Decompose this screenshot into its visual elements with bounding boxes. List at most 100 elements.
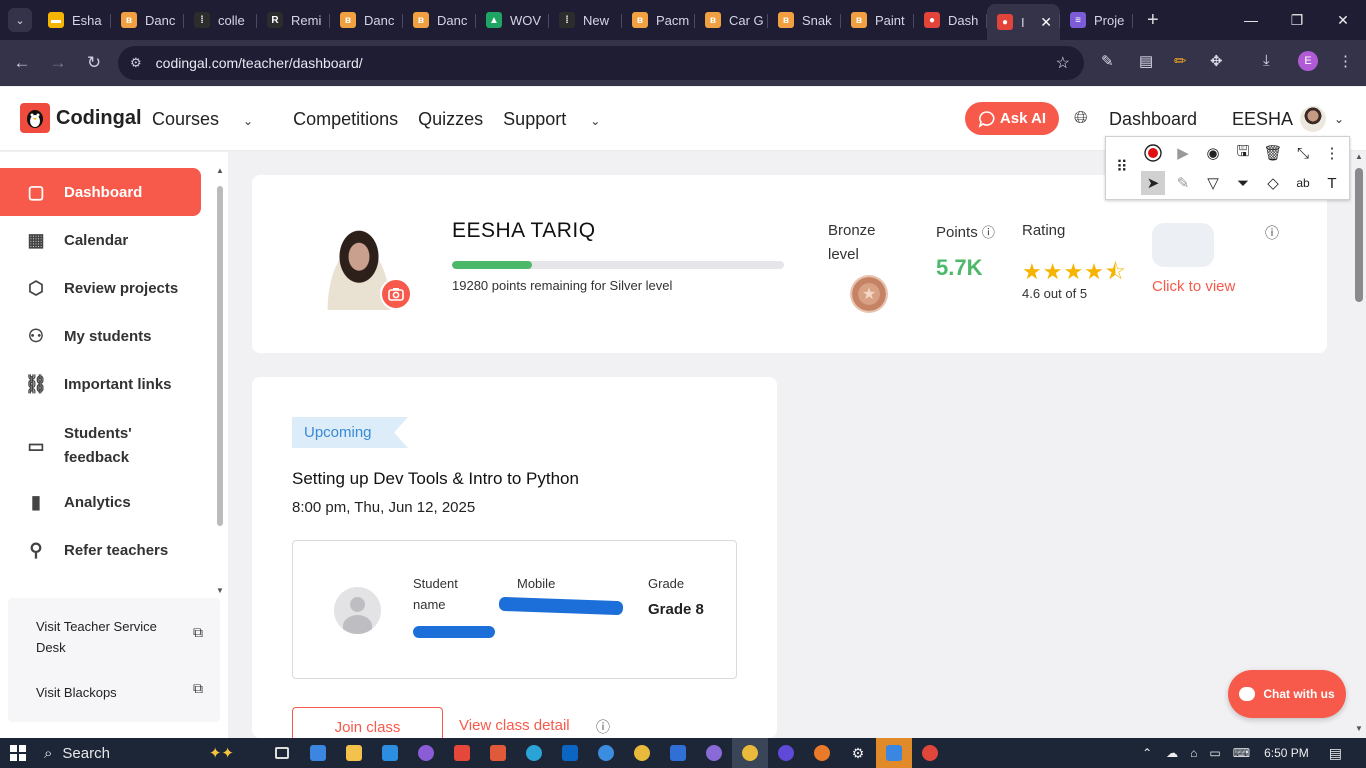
sidebar-item-dashboard[interactable]: ▢ Dashboard <box>0 168 201 216</box>
scroll-down-icon[interactable]: ▼ <box>1355 724 1363 733</box>
new-tab-button[interactable]: + <box>1147 9 1159 32</box>
collapse-icon[interactable]: ⤡ <box>1291 141 1315 165</box>
photos-icon[interactable] <box>876 738 912 768</box>
reload-icon[interactable]: ↻ <box>76 53 112 73</box>
copilot-icon[interactable] <box>588 738 624 768</box>
scroll-up-icon[interactable]: ▲ <box>1355 152 1363 161</box>
media-icon[interactable] <box>444 738 480 768</box>
close-window-icon[interactable]: ✕ <box>1320 0 1366 40</box>
info-icon[interactable]: ⓘ <box>1265 223 1279 243</box>
back-icon[interactable]: ← <box>4 53 40 73</box>
browser-icon[interactable] <box>696 738 732 768</box>
notification-icon[interactable]: ▤ <box>1329 745 1342 762</box>
chrome-icon[interactable] <box>912 738 948 768</box>
hidden-content-blob[interactable] <box>1152 223 1214 267</box>
browser-menu-icon[interactable]: ⋮ <box>1338 52 1353 70</box>
trash-icon[interactable]: 🗑︎ <box>1261 141 1285 165</box>
visit-teacher-service-desk-link[interactable]: Visit Teacher Service Desk <box>36 616 176 658</box>
downloads-icon[interactable]: ⤓ <box>1263 52 1270 69</box>
file-explorer-icon[interactable] <box>336 738 372 768</box>
eye-icon[interactable]: ◉ <box>1201 141 1225 165</box>
taskbar-search[interactable]: ⌕ Search ✦✦ <box>44 744 234 763</box>
chrome-active-icon[interactable] <box>732 738 768 768</box>
sidebar-item-review-projects[interactable]: ⬡ Review projects <box>0 264 201 312</box>
browser-tab[interactable]: ʙ Snak <box>768 4 841 36</box>
nav-competitions[interactable]: Competitions <box>293 109 398 130</box>
puzzle-extensions-icon[interactable]: ✥ <box>1210 52 1223 70</box>
browser-tab[interactable]: ⁞ New <box>549 4 622 36</box>
browser-tab[interactable]: ʙ Danc <box>330 4 403 36</box>
marker-icon[interactable]: ✎ <box>1171 171 1195 195</box>
browser-tab[interactable]: ● Dash <box>914 4 987 36</box>
chat-with-us-button[interactable]: Chat with us <box>1228 670 1346 718</box>
external-link-icon[interactable]: ⧉ <box>193 624 203 641</box>
camera-icon[interactable] <box>380 278 412 310</box>
record-icon[interactable] <box>1141 141 1165 165</box>
save-icon[interactable]: 🖫︎ <box>1231 141 1255 165</box>
restore-icon[interactable]: ❐ <box>1274 0 1320 40</box>
github-icon[interactable] <box>408 738 444 768</box>
codingal-logo[interactable]: Codingal <box>20 103 142 133</box>
bookmark-star-icon[interactable]: ☆ <box>1056 53 1070 73</box>
highlighter-icon[interactable]: ▽ <box>1201 171 1225 195</box>
sidebar-item-my-students[interactable]: ⚇ My students <box>0 312 201 360</box>
edge-icon[interactable] <box>516 738 552 768</box>
header-dashboard-link[interactable]: Dashboard <box>1109 109 1197 130</box>
visit-blackops-link[interactable]: Visit Blackops <box>36 682 176 703</box>
address-bar[interactable]: ⚙ codingal.com/teacher/dashboard/ ☆ <box>118 46 1084 80</box>
minimize-icon[interactable]: — <box>1228 0 1274 40</box>
drag-handle-icon[interactable]: ⠿ <box>1116 157 1128 177</box>
profile-avatar[interactable]: E <box>1298 51 1318 71</box>
sidebar-item-calendar[interactable]: ▦ Calendar <box>0 216 201 264</box>
chevron-up-icon[interactable]: ⌃ <box>1142 746 1152 760</box>
browser-tab[interactable]: ⁞ colle <box>184 4 257 36</box>
site-info-icon[interactable]: ⚙ <box>130 55 142 71</box>
page-scrollbar[interactable]: ▲ ▼ <box>1352 152 1366 738</box>
extension-icon[interactable]: ▤ <box>1139 52 1153 70</box>
scroll-up-icon[interactable]: ▲ <box>216 166 224 175</box>
external-link-icon[interactable]: ⧉ <box>193 680 203 697</box>
click-to-view-link[interactable]: Click to view <box>1152 278 1235 295</box>
browser-tab[interactable]: ≡ Proje <box>1060 4 1133 36</box>
sidebar-item-important-links[interactable]: ⛓ Important links <box>0 360 201 408</box>
ask-ai-button[interactable]: Ask AI <box>965 102 1059 135</box>
browser-tab[interactable]: ● I ✕ <box>987 4 1060 40</box>
store-icon[interactable] <box>300 738 336 768</box>
globe-icon[interactable]: 🌐︎ <box>1074 108 1088 128</box>
extension-icon[interactable]: ✎ <box>1101 52 1114 70</box>
eraser-icon[interactable]: ◇ <box>1261 171 1285 195</box>
chrome-icon[interactable] <box>624 738 660 768</box>
tab-search-button[interactable]: ⌄ <box>8 8 32 32</box>
page-scroll-thumb[interactable] <box>1355 168 1363 302</box>
chevron-down-icon[interactable]: ⌄ <box>1334 112 1344 126</box>
sidebar-item-analytics[interactable]: ▮ Analytics <box>0 478 201 526</box>
nav-quizzes[interactable]: Quizzes <box>418 109 483 130</box>
view-class-detail-link[interactable]: View class detail <box>459 717 570 734</box>
monitor-icon[interactable]: ▭ <box>1209 746 1220 760</box>
info-icon[interactable]: ⓘ <box>982 225 995 240</box>
nav-courses[interactable]: Courses ⌄ <box>152 109 273 130</box>
browser-tab[interactable]: ʙ Paint <box>841 4 914 36</box>
task-view-icon[interactable] <box>264 738 300 768</box>
text-icon[interactable]: T <box>1320 171 1344 195</box>
forward-icon[interactable]: → <box>40 53 76 73</box>
tab-close-icon[interactable]: ✕ <box>1040 14 1052 31</box>
browser-tab[interactable]: ʙ Pacm <box>622 4 695 36</box>
header-user-name[interactable]: EESHA <box>1232 109 1293 130</box>
vscode-icon[interactable] <box>372 738 408 768</box>
browser-tab[interactable]: ʙ Car G <box>695 4 768 36</box>
browser-tab[interactable]: ʙ Danc <box>111 4 184 36</box>
figma-icon[interactable] <box>480 738 516 768</box>
user-avatar[interactable] <box>1300 106 1326 132</box>
sidebar-scrollbar[interactable]: ▲ ▼ <box>216 166 224 596</box>
clock-time[interactable]: 6:50 PM <box>1264 746 1309 760</box>
defender-icon[interactable] <box>660 738 696 768</box>
spellcheck-icon[interactable]: ab <box>1291 171 1315 195</box>
url-text[interactable]: codingal.com/teacher/dashboard/ <box>156 55 363 71</box>
settings-icon[interactable]: ⚙ <box>840 738 876 768</box>
cloud-icon[interactable]: ☁ <box>1166 746 1178 760</box>
cursor-icon[interactable]: ➤ <box>1141 171 1165 195</box>
windows-start-icon[interactable] <box>0 745 36 761</box>
info-icon[interactable]: ⓘ <box>596 717 610 737</box>
more-icon[interactable]: ⋮ <box>1320 141 1344 165</box>
